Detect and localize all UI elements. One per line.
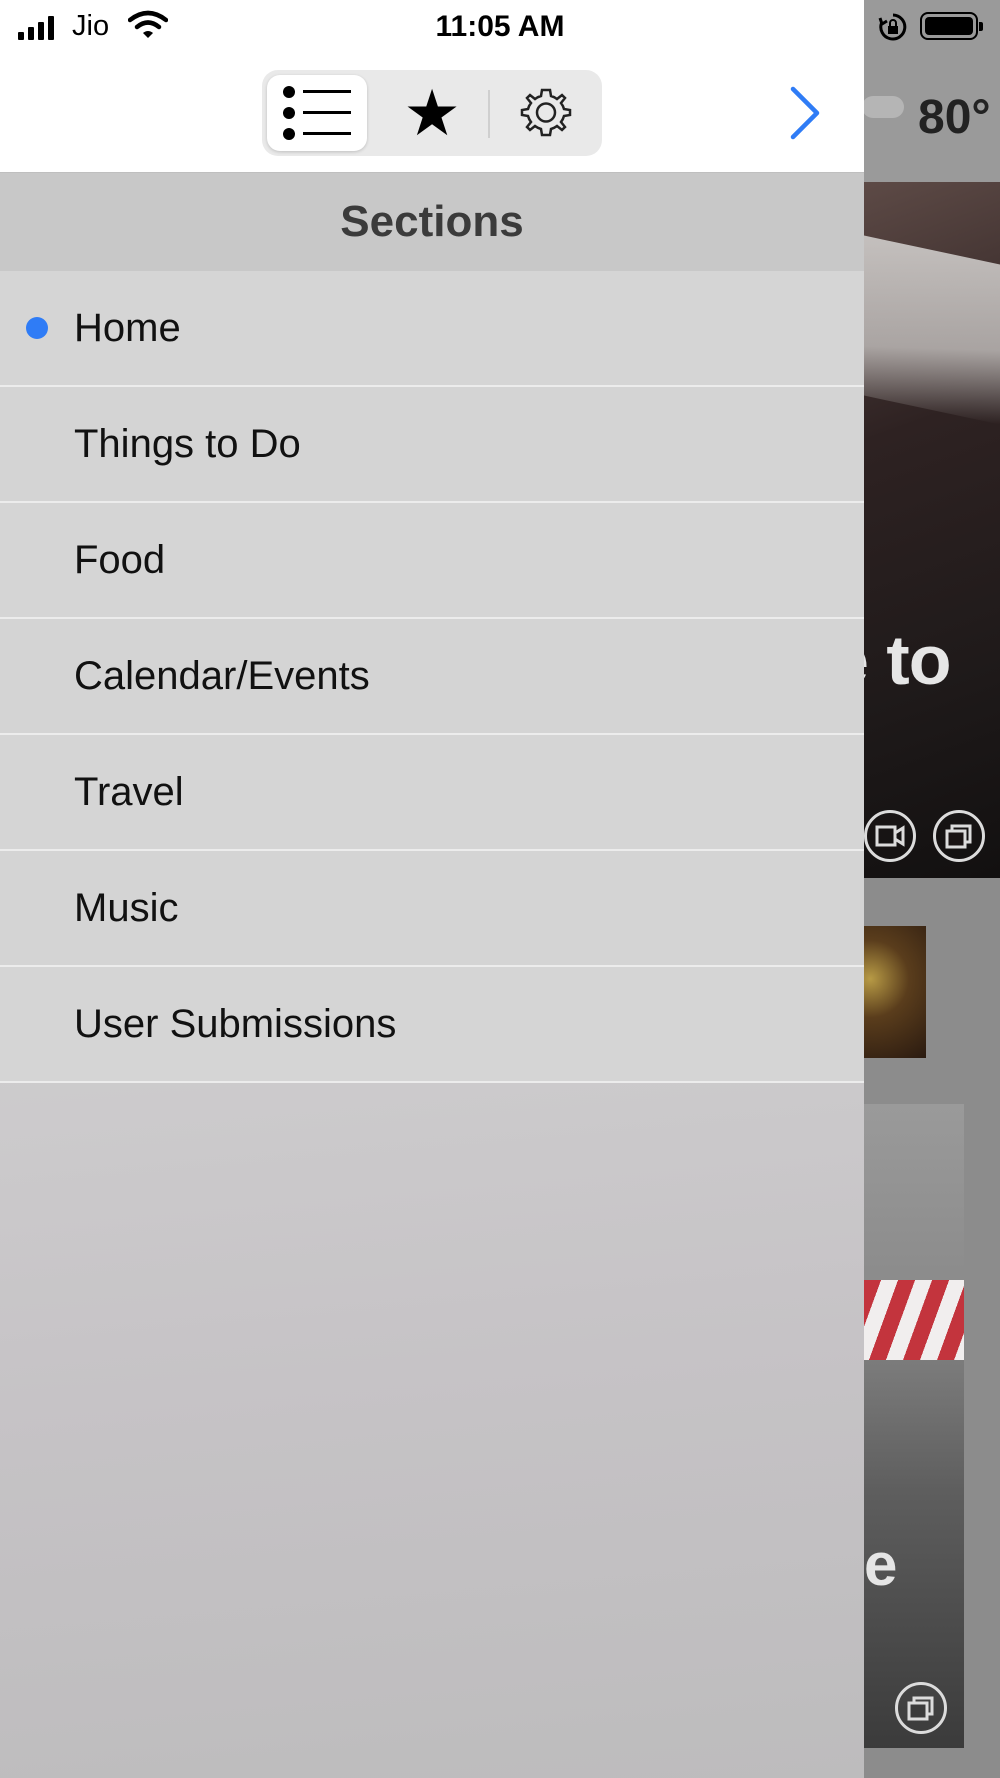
segmented-control: ★: [262, 70, 602, 156]
section-label: User Submissions: [74, 1001, 397, 1046]
drawer-toolbar: ★: [0, 56, 864, 173]
close-drawer-button[interactable]: [780, 80, 830, 146]
story-card-title: e: [864, 1531, 898, 1598]
section-item-home[interactable]: Home: [0, 271, 864, 387]
sections-header: Sections: [0, 173, 864, 271]
section-label: Calendar/Events: [74, 653, 370, 698]
story-thumbnail[interactable]: [864, 926, 926, 1058]
awning-image-detail: [864, 1280, 964, 1360]
story-card-image[interactable]: [864, 1104, 964, 1748]
weather-cloud-icon: [862, 96, 904, 118]
section-label: Food: [74, 537, 166, 582]
tab-sections-list[interactable]: [267, 75, 367, 151]
active-indicator-dot: [26, 317, 48, 339]
section-item-music[interactable]: Music: [0, 851, 864, 967]
status-time: 11:05 AM: [435, 10, 565, 43]
sections-menu: Home Things to Do Food Calendar/Events T…: [0, 271, 864, 1083]
section-label: Travel: [74, 769, 184, 814]
hero-story-title: e to: [830, 621, 951, 699]
section-label: Home: [74, 305, 181, 350]
gear-icon: [520, 88, 572, 137]
rotation-lock-icon: [878, 12, 908, 47]
section-item-food[interactable]: Food: [0, 503, 864, 619]
section-item-travel[interactable]: Travel: [0, 735, 864, 851]
battery-icon: [920, 12, 983, 40]
star-icon: ★: [403, 77, 461, 149]
sections-drawer: ★ Sections Home Things to Do Food Calend…: [0, 56, 864, 1778]
tab-favorites[interactable]: ★: [382, 75, 482, 151]
video-icon[interactable]: [864, 810, 916, 862]
section-item-calendar-events[interactable]: Calendar/Events: [0, 619, 864, 735]
gallery-icon-2[interactable]: [895, 1682, 947, 1734]
tab-settings[interactable]: [496, 75, 596, 151]
chevron-right-icon: [790, 86, 820, 140]
hero-image-detail: [864, 235, 1000, 425]
weather-temperature: 80°: [918, 91, 991, 144]
section-label: Things to Do: [74, 421, 301, 466]
section-label: Music: [74, 885, 179, 930]
segment-divider: [488, 90, 490, 138]
list-icon: [283, 86, 351, 140]
section-item-user-submissions[interactable]: User Submissions: [0, 967, 864, 1083]
gallery-icon[interactable]: [933, 810, 985, 862]
section-item-things-to-do[interactable]: Things to Do: [0, 387, 864, 503]
